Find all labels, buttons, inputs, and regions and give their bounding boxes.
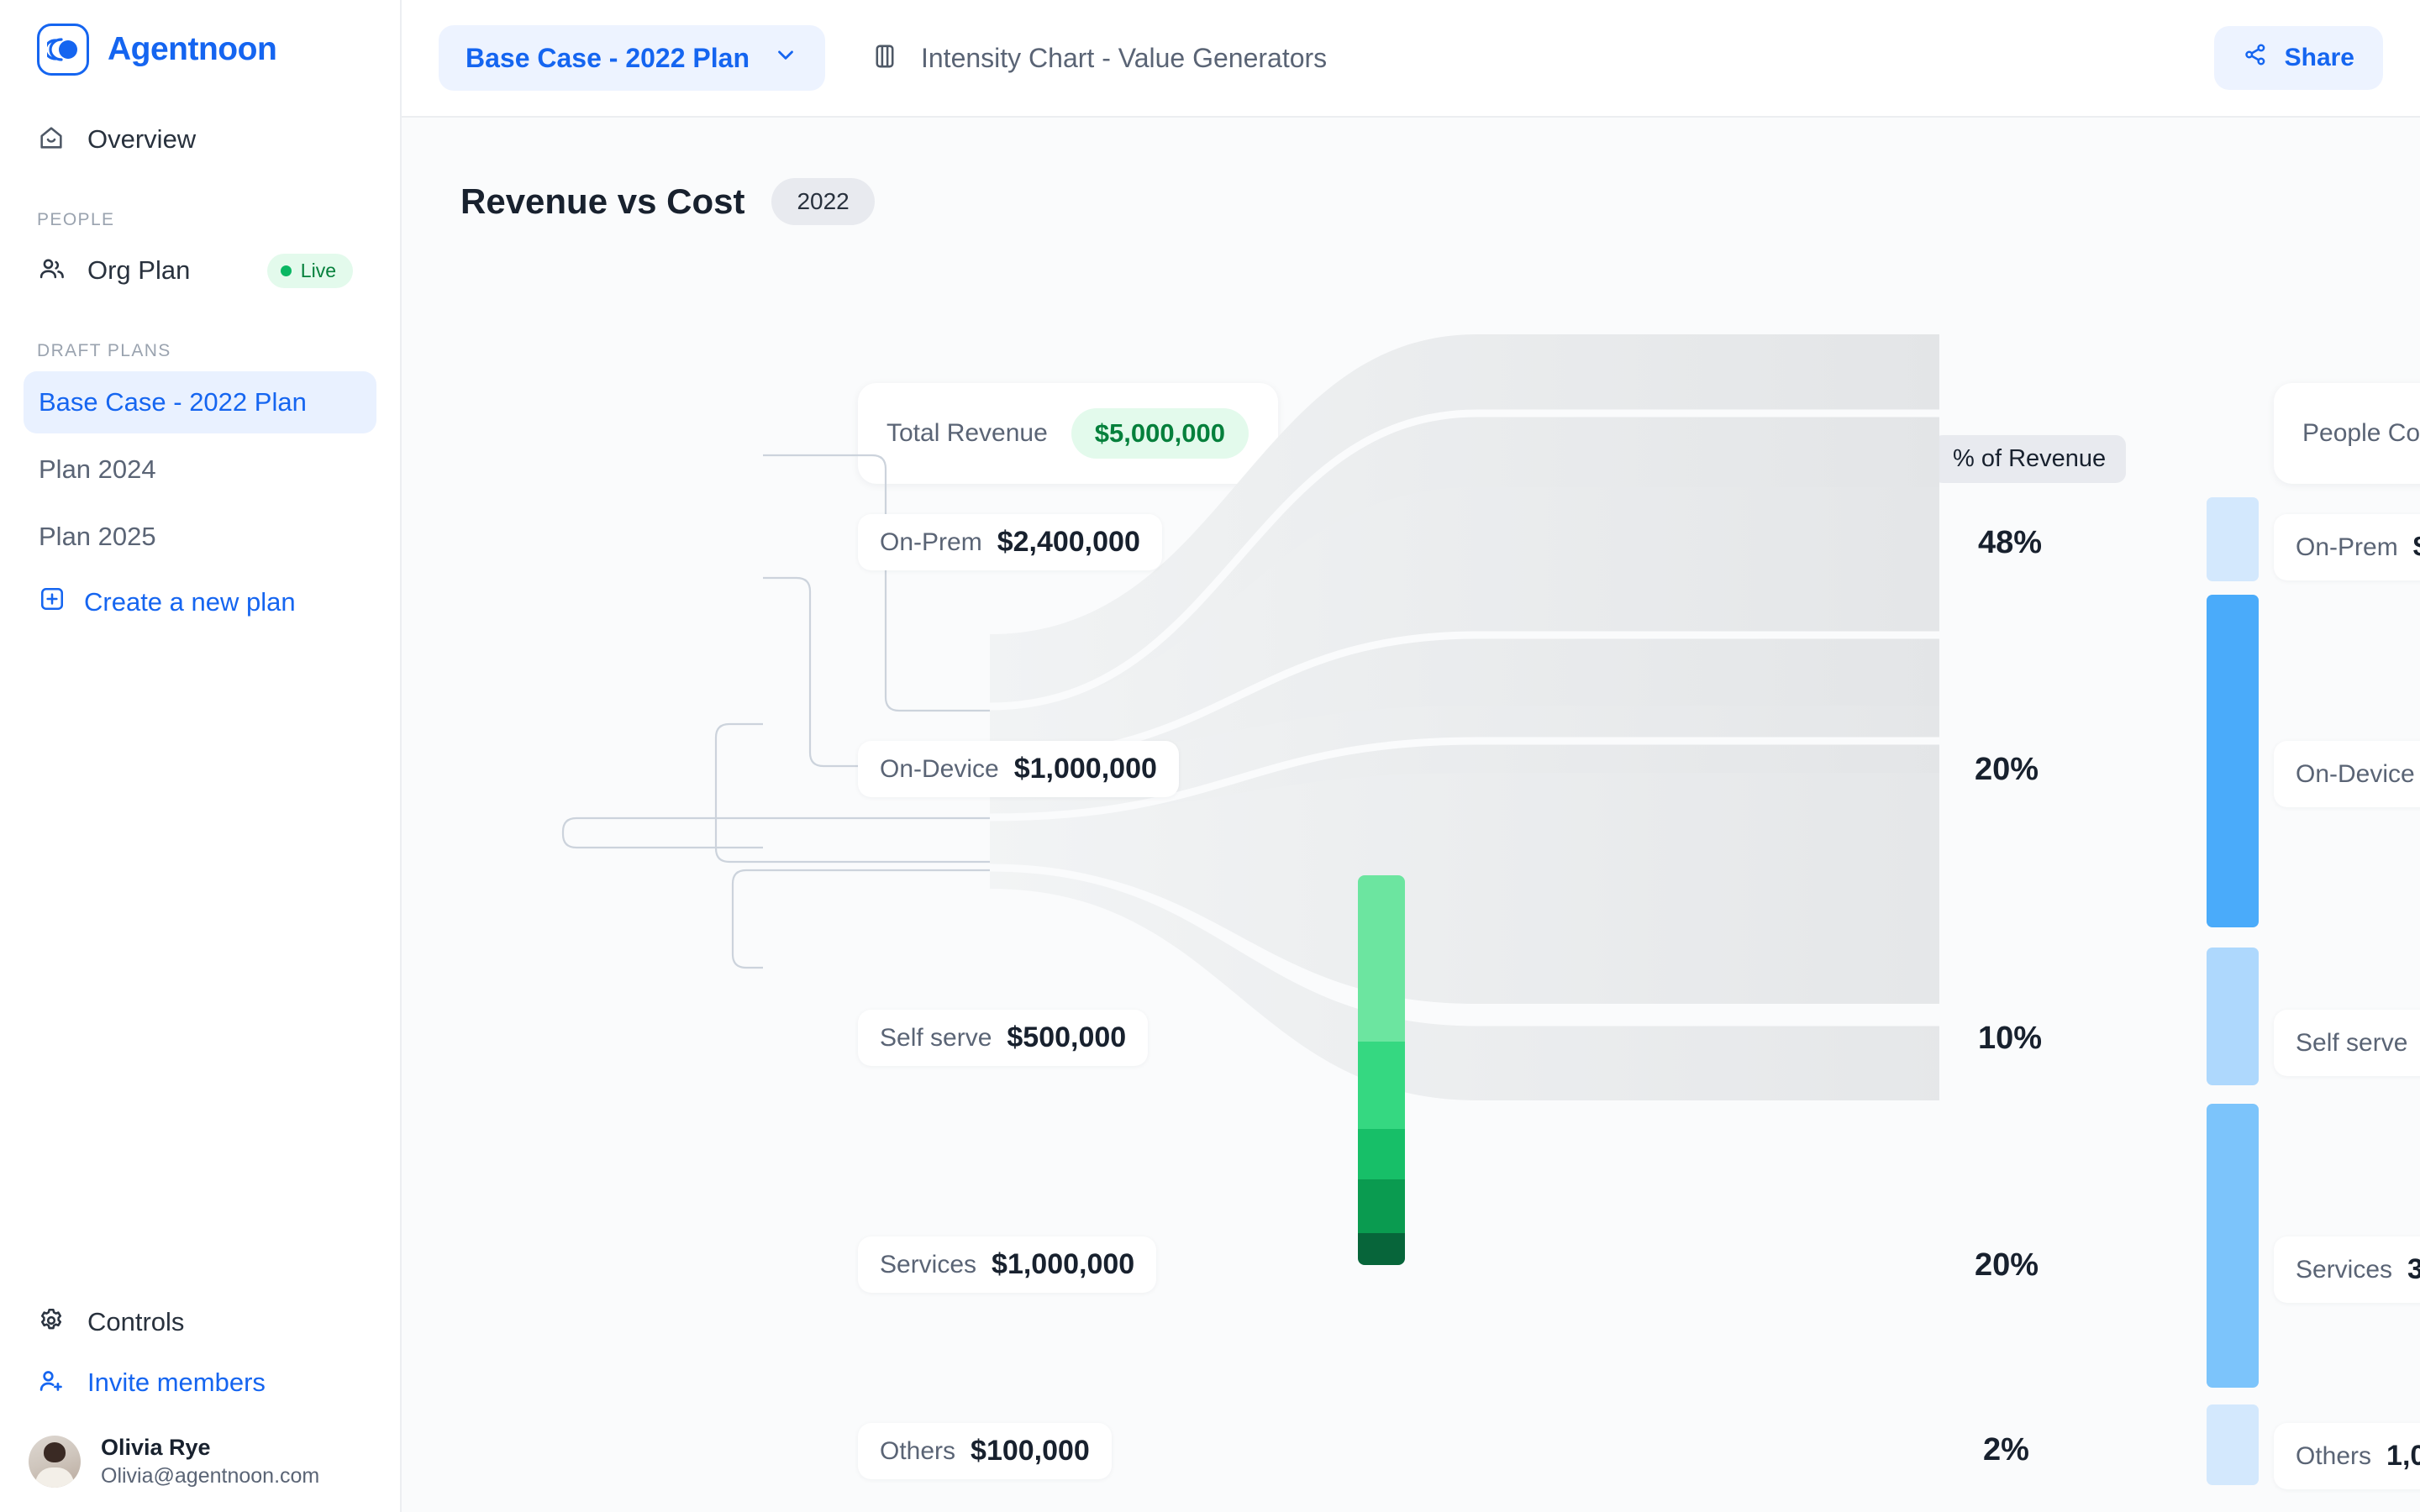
user-profile[interactable]: Olivia Rye Olivia@agentnoon.com — [0, 1413, 402, 1488]
create-new-plan-label: Create a new plan — [84, 587, 296, 617]
cost-label-self-serve-name: Self serve — [2296, 1028, 2408, 1057]
revenue-label-on-prem[interactable]: On-Prem $2,400,000 — [858, 514, 1162, 570]
cost-label-others-value: 1,000,000 — [2386, 1440, 2420, 1472]
chevron-down-icon — [773, 42, 798, 74]
cost-bar-on-prem — [2207, 497, 2259, 581]
pct-label-others: 2% — [1983, 1432, 2029, 1467]
plan-selector-label: Base Case - 2022 Plan — [466, 42, 750, 73]
status-badge-label: Live — [300, 259, 336, 281]
plus-box-icon — [39, 585, 66, 619]
people-icon — [37, 255, 66, 287]
sidebar-section-draft-plans: DRAFT PLANS — [37, 341, 171, 360]
create-new-plan-button[interactable]: Create a new plan — [24, 573, 376, 632]
revenue-segment-self-serve — [1358, 1128, 1405, 1179]
plan-selector-dropdown[interactable]: Base Case - 2022 Plan — [439, 25, 825, 91]
pct-label-on-prem: 48% — [1978, 525, 2043, 560]
cost-label-on-device-name: On-Device — [2296, 759, 2415, 788]
sidebar-item-controls-label: Controls — [87, 1307, 185, 1336]
revenue-label-others-value: $100,000 — [971, 1435, 1090, 1467]
revenue-segment-on-device — [1358, 1041, 1405, 1129]
revenue-segment-on-prem — [1358, 875, 1405, 1042]
brand-name: Agentnoon — [108, 31, 277, 67]
cost-label-others-name: Others — [2296, 1441, 2372, 1470]
revenue-label-services-name: Services — [880, 1250, 977, 1278]
gear-icon — [37, 1306, 66, 1339]
cost-label-on-prem[interactable]: On-Prem $1,500,000 1.66x multiple — [2274, 514, 2420, 580]
status-badge-live: Live — [266, 253, 353, 288]
brand[interactable]: Agentnoon — [0, 0, 400, 76]
chart-name-label: Intensity Chart - Value Generators — [920, 42, 1328, 73]
revenue-label-on-device-name: On-Device — [880, 754, 999, 783]
agentnoon-logo-icon — [37, 24, 89, 76]
flow-separators — [989, 409, 1939, 1026]
revenue-label-others-name: Others — [880, 1436, 956, 1465]
sidebar-item-plan-2024[interactable]: Plan 2024 — [24, 438, 376, 501]
share-button[interactable]: Share — [2213, 26, 2383, 90]
cost-bar-services — [2207, 1104, 2259, 1388]
sidebar-footer: Controls Invite members Olivia Rye Olivi… — [0, 1292, 402, 1512]
sidebar-item-plan-base-case[interactable]: Base Case - 2022 Plan — [24, 371, 376, 433]
sidebar-item-controls[interactable]: Controls — [25, 1292, 376, 1352]
topbar: Base Case - 2022 Plan Intensity Chart - … — [402, 0, 2420, 118]
cost-bar-self-serve — [2207, 948, 2259, 1085]
cost-label-self-serve[interactable]: Self serve $2,000,000 0.25x multiple — [2274, 1010, 2420, 1076]
avatar — [29, 1436, 81, 1488]
cost-bar-on-device — [2207, 595, 2259, 927]
revenue-label-self-serve-name: Self serve — [880, 1023, 992, 1052]
sidebar-section-people: PEOPLE — [37, 210, 115, 229]
revenue-label-services[interactable]: Services $1,000,000 — [858, 1236, 1157, 1293]
sidebar-item-invite-members[interactable]: Invite members — [25, 1352, 376, 1413]
share-label: Share — [2284, 44, 2354, 71]
cost-label-services[interactable]: Services 3,000,000 0.33x multiple — [2274, 1236, 2420, 1303]
sidebar-item-invite-members-label: Invite members — [87, 1368, 266, 1397]
cost-label-services-name: Services — [2296, 1255, 2393, 1284]
pct-label-self-serve: 10% — [1978, 1021, 2043, 1056]
revenue-segment-services — [1358, 1179, 1405, 1233]
sidebar-item-org-plan-label: Org Plan — [87, 255, 191, 285]
main-area: Base Case - 2022 Plan Intensity Chart - … — [402, 0, 2420, 1512]
pct-label-on-device: 20% — [1975, 752, 2039, 787]
home-icon — [37, 123, 66, 156]
revenue-label-services-value: $1,000,000 — [992, 1248, 1135, 1280]
revenue-label-self-serve[interactable]: Self serve $500,000 — [858, 1010, 1149, 1066]
cost-label-on-prem-name: On-Prem — [2296, 533, 2398, 561]
cost-label-others[interactable]: Others 1,000,000 0.1x multiple — [2274, 1423, 2420, 1489]
share-icon — [2243, 42, 2268, 74]
app-root: Agentnoon Overview PEOPLE Org Plan Live — [0, 0, 2420, 1512]
chart-canvas: Revenue vs Cost 2022 Total Revenue $5,00… — [402, 118, 2420, 1512]
sidebar-item-overview-label: Overview — [87, 124, 197, 154]
revenue-intensity-bar — [1358, 875, 1405, 1265]
live-dot-icon — [280, 265, 292, 276]
cost-label-services-value: 3,000,000 — [2407, 1253, 2420, 1285]
cost-label-on-prem-value: $1,500,000 — [2413, 531, 2420, 564]
user-email: Olivia@agentnoon.com — [101, 1464, 320, 1488]
cost-label-on-device[interactable]: On-Device $7,500,000 0.15x multiple — [2274, 741, 2420, 807]
revenue-label-on-prem-value: $2,400,000 — [997, 526, 1140, 558]
revenue-label-on-device[interactable]: On-Device $1,000,000 — [858, 741, 1179, 797]
revenue-label-on-device-value: $1,000,000 — [1013, 753, 1157, 785]
sidebar-item-org-plan[interactable]: Org Plan Live — [25, 240, 375, 301]
sidebar-item-plan-2025[interactable]: Plan 2025 — [24, 506, 376, 568]
chart-name-group[interactable]: Intensity Chart - Value Generators — [871, 42, 1327, 75]
revenue-label-self-serve-value: $500,000 — [1007, 1021, 1127, 1053]
sidebar: Agentnoon Overview PEOPLE Org Plan Live — [0, 0, 402, 1512]
revenue-label-others[interactable]: Others $100,000 — [858, 1423, 1112, 1479]
cost-bar-others — [2207, 1404, 2259, 1485]
pct-label-services: 20% — [1975, 1247, 2039, 1283]
revenue-segment-others — [1358, 1232, 1405, 1265]
sidebar-item-overview[interactable]: Overview — [25, 109, 375, 170]
user-plus-icon — [37, 1367, 66, 1399]
revenue-label-on-prem-name: On-Prem — [880, 528, 982, 556]
user-name: Olivia Rye — [101, 1435, 211, 1460]
columns-icon — [871, 42, 899, 75]
